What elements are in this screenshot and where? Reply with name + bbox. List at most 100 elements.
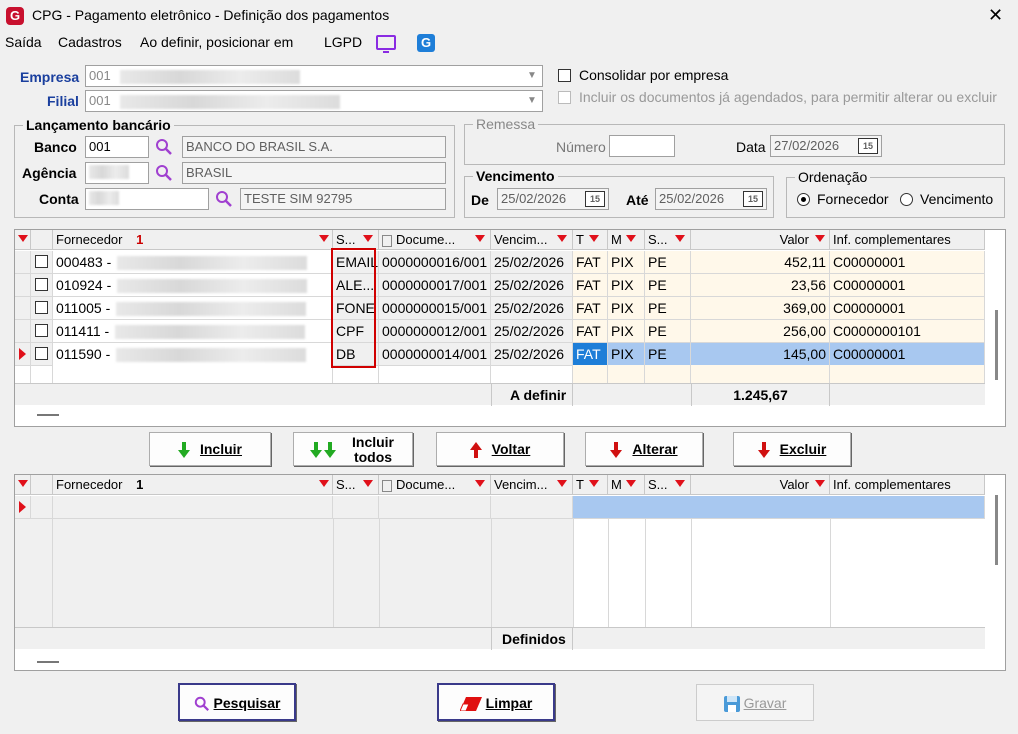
empresa-combo[interactable]: 001 ▼ — [85, 65, 543, 87]
grid-a-definir[interactable]: Fornecedor 1 S... Docume... Vencim... T … — [14, 229, 1006, 427]
incluir-todos-button[interactable]: Incluir todos — [293, 432, 413, 466]
calendar-icon[interactable]: 15 — [585, 191, 605, 207]
filter-icon[interactable] — [363, 480, 373, 487]
header-m[interactable]: M — [608, 475, 645, 495]
row-checkbox-cell[interactable] — [31, 320, 53, 343]
incluir-button[interactable]: Incluir — [149, 432, 271, 466]
table-row[interactable]: 000483 - EMAIL 0000000016/001 25/02/2026 FAT… — [15, 251, 985, 274]
calendar-icon[interactable]: 15 — [858, 138, 878, 154]
radio-fornecedor[interactable] — [797, 193, 810, 206]
row-checkbox-cell[interactable] — [31, 274, 53, 297]
splitter-handle[interactable] — [37, 661, 59, 663]
cell-m: PIX — [608, 251, 645, 274]
close-icon[interactable]: ✕ — [988, 5, 1003, 26]
filter-icon[interactable] — [626, 480, 636, 487]
header-s[interactable]: S... — [333, 230, 379, 250]
table-row[interactable]: 011411 - CPF 0000000012/001 25/02/2026 FAT PI… — [15, 320, 985, 343]
ate-input[interactable]: 25/02/2026 15 — [655, 188, 767, 210]
header-s[interactable]: S... — [333, 475, 379, 495]
header-vencimento[interactable]: Vencim... — [491, 230, 573, 250]
filter-icon[interactable] — [557, 480, 567, 487]
header-s-label: S... — [336, 477, 356, 492]
voltar-button[interactable]: Voltar — [436, 432, 564, 466]
row-indicator — [15, 343, 31, 366]
filter-icon[interactable] — [363, 235, 373, 242]
filter-icon[interactable] — [589, 235, 599, 242]
chevron-down-icon[interactable]: ▼ — [524, 93, 540, 109]
table-row[interactable]: 011005 - FONE 0000000015/001 25/02/2026 FAT P… — [15, 297, 985, 320]
row-checkbox-cell[interactable] — [31, 343, 53, 366]
filter-icon[interactable] — [815, 235, 825, 242]
calendar-icon[interactable]: 15 — [743, 191, 763, 207]
radio-vencimento[interactable] — [900, 193, 913, 206]
search-icon[interactable] — [155, 164, 173, 182]
table-row[interactable]: 010924 - ALE... 0000000017/001 25/02/2026 FA… — [15, 274, 985, 297]
consolidar-checkbox[interactable] — [558, 69, 571, 82]
filter-icon[interactable] — [675, 235, 685, 242]
row-checkbox-cell[interactable] — [31, 297, 53, 320]
filter-icon[interactable] — [626, 235, 636, 242]
filter-icon[interactable] — [475, 235, 485, 242]
alterar-button[interactable]: Alterar — [585, 432, 703, 466]
g-app-icon[interactable]: G — [417, 34, 435, 52]
numero-input[interactable] — [609, 135, 675, 157]
header-documento[interactable]: Docume... — [379, 230, 491, 250]
search-icon[interactable] — [215, 190, 233, 208]
filter-icon[interactable] — [18, 235, 28, 242]
filter-icon[interactable] — [319, 235, 329, 242]
vertical-scrollbar[interactable] — [995, 310, 998, 380]
search-icon[interactable] — [155, 138, 173, 156]
header-s2[interactable]: S... — [645, 230, 691, 250]
monitor-icon[interactable] — [376, 35, 396, 53]
header-fornecedor[interactable]: Fornecedor 1 — [53, 230, 333, 250]
header-inf[interactable]: Inf. complementares — [830, 230, 985, 250]
header-t[interactable]: T — [573, 475, 608, 495]
cell-m: PIX — [608, 297, 645, 320]
row-checkbox-cell[interactable] — [31, 251, 53, 274]
splitter-handle[interactable] — [37, 414, 59, 416]
agencia-input[interactable] — [85, 162, 149, 184]
row-checkbox[interactable] — [35, 255, 48, 268]
banco-input[interactable]: 001 — [85, 136, 149, 158]
excluir-button[interactable]: Excluir — [733, 432, 851, 466]
conta-input[interactable] — [85, 188, 209, 210]
header-inf[interactable]: Inf. complementares — [830, 475, 985, 495]
filter-icon[interactable] — [815, 480, 825, 487]
header-valor[interactable]: Valor — [691, 230, 830, 250]
header-documento[interactable]: Docume... — [379, 475, 491, 495]
filter-icon[interactable] — [675, 480, 685, 487]
filter-icon[interactable] — [557, 235, 567, 242]
grid-definidos[interactable]: Fornecedor 1 S... Docume... Vencim... T … — [14, 474, 1006, 671]
row-checkbox[interactable] — [35, 324, 48, 337]
table-row[interactable] — [15, 496, 985, 519]
chevron-down-icon[interactable]: ▼ — [524, 68, 540, 84]
header-t[interactable]: T — [573, 230, 608, 250]
filter-icon[interactable] — [475, 480, 485, 487]
header-fornecedor-label: Fornecedor — [56, 477, 123, 492]
arrow-down-red-icon — [757, 442, 770, 459]
filter-icon[interactable] — [589, 480, 599, 487]
filter-icon[interactable] — [18, 480, 28, 487]
de-input[interactable]: 25/02/2026 15 — [497, 188, 609, 210]
header-s2[interactable]: S... — [645, 475, 691, 495]
row-checkbox[interactable] — [35, 347, 48, 360]
menu-lgpd[interactable]: LGPD — [324, 34, 362, 50]
header-fornecedor[interactable]: Fornecedor 1 — [53, 475, 333, 495]
limpar-button[interactable]: Limpar — [437, 683, 555, 721]
cell-valor-text: 452,11 — [784, 254, 826, 270]
pesquisar-button[interactable]: Pesquisar — [178, 683, 296, 721]
vertical-scrollbar[interactable] — [995, 495, 998, 565]
menu-cadastros[interactable]: Cadastros — [58, 34, 122, 50]
row-checkbox[interactable] — [35, 301, 48, 314]
header-valor[interactable]: Valor — [691, 475, 830, 495]
header-vencimento[interactable]: Vencim... — [491, 475, 573, 495]
filter-icon[interactable] — [319, 480, 329, 487]
filial-combo[interactable]: 001 ▼ — [85, 90, 543, 112]
row-checkbox[interactable] — [35, 278, 48, 291]
table-row[interactable]: 011590 - DB 0000000014/001 25/02/2026 FAT PIX… — [15, 343, 985, 366]
data-input[interactable]: 27/02/2026 15 — [770, 135, 882, 157]
menu-saida[interactable]: Saída — [5, 34, 42, 50]
header-m[interactable]: M — [608, 230, 645, 250]
menu-ao-definir[interactable]: Ao definir, posicionar em — [140, 34, 293, 50]
ordenacao-title: Ordenação — [795, 169, 871, 185]
